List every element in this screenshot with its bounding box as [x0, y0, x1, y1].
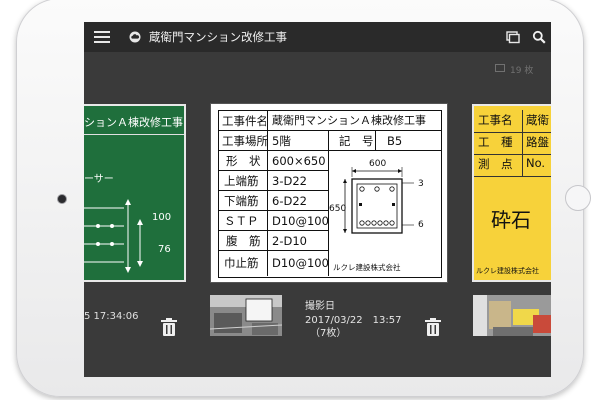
board-row: 巾止筋 D10@100 — [219, 251, 328, 276]
tablet-frame: 蔵衛門マンション改修工事 19 枚 ションＡ棟改修工事 ーサー 100 76 工… — [16, 0, 591, 397]
board-row-value: 路盤 — [526, 135, 549, 149]
board-divider — [375, 131, 377, 151]
board-big-text: 砕石 — [491, 208, 531, 232]
home-button[interactable] — [565, 185, 591, 211]
photo-card-prev[interactable]: ションＡ棟改修工事 ーサー 100 76 — [84, 104, 186, 282]
trash-icon[interactable] — [161, 318, 177, 336]
photo-count-icon — [495, 64, 505, 72]
board-row-label: 巾止筋 — [224, 256, 259, 270]
board-divider — [84, 134, 184, 135]
board-row-label: 工事名 — [478, 113, 513, 127]
diagram-height-label: 650 — [329, 204, 347, 214]
dimension-label: 100 — [152, 212, 172, 223]
photo-thumbnail[interactable] — [210, 295, 282, 336]
board-row: 工事場所 5階 記 号 B5 — [219, 131, 441, 151]
board-row-value: 600×650 — [272, 154, 326, 168]
rebar-diagram — [84, 199, 143, 273]
shot-date-label: 撮影日 — [305, 301, 335, 312]
app-title: 蔵衛門マンション改修工事 — [149, 30, 287, 44]
board-row-label: 測 点 — [478, 157, 513, 171]
board-title: ションＡ棟改修工事 — [84, 116, 183, 129]
photo-count: 19 枚 — [510, 66, 534, 76]
board-row: 上端筋 3-D22 — [219, 171, 328, 191]
front-camera — [57, 194, 67, 204]
board-divider — [267, 111, 269, 276]
board-row: 形 状 600×650 — [219, 151, 328, 171]
board-row-value: 6-D22 — [272, 194, 307, 208]
board-row-label: 下端筋 — [224, 194, 259, 208]
diagram-bottom-bars: 6 — [418, 220, 424, 230]
board-row: ＳＴＰ D10@100 — [219, 211, 328, 231]
board-row-value: D10@100 — [272, 256, 328, 270]
board-row-value: No. — [526, 156, 546, 170]
board-row-value: B5 — [387, 134, 403, 148]
board-row-label: 工事場所 — [222, 134, 268, 148]
photo-group-count: （7枚） — [310, 328, 347, 339]
board-row-value: D10@100 — [272, 214, 328, 228]
search-icon[interactable] — [532, 30, 546, 44]
board-row-label: ＳＴＰ — [224, 214, 259, 228]
gallery-icon[interactable] — [506, 30, 520, 44]
board-table: 工事件名 蔵衛門マンションＡ棟改修工事 工事場所 5階 記 号 B5 形 状 6… — [218, 110, 442, 278]
board-divider — [522, 110, 524, 176]
board-row: 工 種 路盤 — [474, 132, 551, 155]
app-bar: 蔵衛門マンション改修工事 — [84, 22, 551, 52]
board-row-label: 工 種 — [478, 135, 513, 149]
board-row-value: 3-D22 — [272, 174, 307, 188]
board-row: 下端筋 6-D22 — [219, 191, 328, 211]
diagram-top-bars: 3 — [418, 179, 424, 189]
board-row-value: 2-D10 — [272, 234, 307, 248]
hamburger-menu-icon[interactable] — [94, 31, 110, 43]
board-label: ーサー — [84, 174, 114, 185]
board-row-value: 蔵衛 — [526, 113, 549, 127]
board-row-label: 腹 筋 — [226, 234, 261, 248]
diagram-width-label: 600 — [369, 159, 387, 169]
board-row-value: 5階 — [272, 134, 291, 148]
dimension-label: 76 — [158, 244, 171, 255]
trash-icon[interactable] — [425, 318, 441, 336]
photo-card-current[interactable]: 工事件名 蔵衛門マンションＡ棟改修工事 工事場所 5階 記 号 B5 形 状 6… — [211, 104, 447, 282]
shot-datetime-prev: 5 17:34:06 — [84, 311, 139, 322]
cloud-icon — [129, 31, 141, 43]
company-name: ルクレ建設株式会社 — [476, 267, 539, 275]
app-screen: 蔵衛門マンション改修工事 19 枚 ションＡ棟改修工事 ーサー 100 76 工… — [84, 22, 551, 377]
board-row-label: 工事件名 — [222, 114, 266, 128]
company-name: ルクレ建設株式会社 — [333, 263, 401, 272]
board-row: 腹 筋 2-D10 — [219, 231, 328, 251]
board-row-label: 記 号 — [339, 134, 374, 148]
board-row: 工事名 蔵衛 — [474, 110, 551, 133]
board-row: 測 点 No. — [474, 154, 551, 177]
board-row: 工事件名 蔵衛門マンションＡ棟改修工事 — [219, 111, 441, 131]
board-row-label: 上端筋 — [224, 174, 259, 188]
board-row-label: 形 状 — [226, 154, 261, 168]
board-row-value: 蔵衛門マンションＡ棟改修工事 — [272, 114, 426, 127]
photo-card-next[interactable]: 工事名 蔵衛 工 種 路盤 測 点 No. 砕石 ルクレ建設株式会社 — [472, 104, 551, 282]
photo-thumbnail[interactable] — [473, 295, 551, 336]
